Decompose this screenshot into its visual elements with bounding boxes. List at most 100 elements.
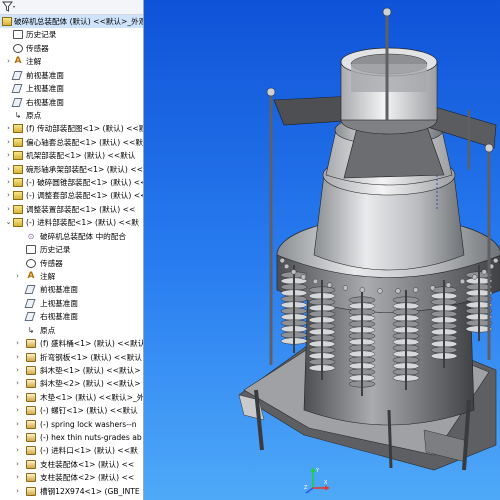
ring-bolt	[291, 269, 297, 275]
ring-bolt	[284, 263, 290, 270]
tree-item[interactable]: 右视基准面	[0, 310, 143, 323]
tree-item[interactable]: › 槽钢12X974<1> (GB_INTE	[0, 485, 143, 498]
plane-icon	[24, 312, 36, 322]
expand-toggle-icon[interactable]: ›	[14, 485, 21, 498]
tree-item[interactable]: › 机架部装配<1> (默认) <<默认	[0, 149, 143, 162]
tree-item[interactable]: › 碗形轴承架部装配<1> (默认) <<	[0, 163, 143, 176]
tree-item[interactable]: 传感器	[0, 257, 143, 270]
tree-item-label: 右视基准面	[40, 312, 78, 322]
tree-item[interactable]: 历史记录	[0, 243, 143, 256]
plane-icon	[11, 97, 23, 107]
tree-item[interactable]: › 偏心轴套总装配<1> (默认) <<默	[0, 136, 143, 149]
plane-icon	[24, 285, 36, 295]
tree-item[interactable]: 传感器	[0, 42, 143, 55]
tree-item[interactable]: ↳ 原点	[0, 109, 143, 122]
tree-item[interactable]: › A 注解	[0, 270, 143, 283]
expand-toggle-icon[interactable]: ›	[5, 203, 12, 216]
asm-icon	[13, 178, 23, 188]
expand-toggle-icon[interactable]: ›	[5, 136, 12, 149]
tree-item[interactable]: › (-) 螺钉<1> (默认) <<默认	[0, 404, 143, 417]
tree-item[interactable]: › A 注解	[0, 55, 143, 68]
tree-item[interactable]: ⌄ (-) 进料部装配<1> (默认) <<默	[0, 216, 143, 229]
tree-item[interactable]: 右视基准面	[0, 96, 143, 109]
tree-item[interactable]: › 支柱装配体<1> (默认) <<	[0, 458, 143, 471]
expand-toggle-icon[interactable]: ›	[14, 270, 21, 283]
tree-item[interactable]: 上视基准面	[0, 82, 143, 95]
tree-item-label: 机架部装配<1> (默认) <<默认	[26, 151, 136, 161]
expand-toggle-icon[interactable]: ›	[14, 391, 21, 404]
tree-item[interactable]: 历史记录	[0, 28, 143, 41]
part-icon	[26, 473, 36, 483]
cone-crusher-model[interactable]	[144, 0, 500, 500]
ring-bolt	[359, 287, 365, 293]
graphics-viewport[interactable]: Y X Z	[144, 0, 500, 500]
ring-bolt	[279, 258, 285, 264]
expand-toggle-icon[interactable]: ›	[14, 404, 21, 417]
asm-icon	[13, 191, 23, 201]
tree-item[interactable]: › (-) 破碎圆锥部装配<1> (默认) <<	[0, 176, 143, 189]
tree-item-label: (-) 破碎圆锥部装配<1> (默认) <<	[26, 178, 144, 188]
expand-toggle-icon[interactable]: ›	[5, 55, 12, 68]
expand-toggle-icon[interactable]: ›	[5, 149, 12, 162]
tree-item-label: 前视基准面	[26, 70, 64, 80]
expand-toggle-icon[interactable]: ⌄	[5, 216, 12, 229]
expand-toggle-icon[interactable]: ›	[14, 458, 21, 471]
hist-icon	[26, 245, 36, 255]
expand-toggle-icon[interactable]: ›	[14, 431, 21, 444]
part-icon	[26, 433, 36, 443]
spring-stack	[348, 290, 376, 396]
tree-item-label: 注解	[26, 57, 42, 67]
ring-bolt	[327, 282, 333, 288]
tree-item[interactable]: › 支柱装配体<2> (默认) <<	[0, 471, 143, 484]
filter-icon[interactable]	[2, 1, 16, 13]
part-icon	[26, 446, 36, 456]
tree-item[interactable]: › (f) 盛料桶<1> (默认) <<默认>	[0, 337, 143, 350]
tree-item[interactable]: › 斜木垫<1> (默认) <<默认>	[0, 364, 143, 377]
expand-toggle-icon[interactable]: ›	[14, 471, 21, 484]
tree-item[interactable]: › (-) hex thin nuts-grades ab	[0, 431, 143, 444]
tree-item-label: 斜木垫<2> (默认) <<默认>	[40, 379, 141, 389]
tree-item-label: 破碎机总装配体 中的配合	[40, 231, 126, 241]
ring-bolt	[445, 282, 452, 288]
tree-item[interactable]: 上视基准面	[0, 297, 143, 310]
ann-icon: A	[27, 270, 35, 281]
plane-icon	[11, 84, 23, 94]
expand-toggle-icon[interactable]: ›	[14, 444, 21, 457]
tree-item-label: 槽钢12X974<1> (GB_INTE	[40, 486, 140, 496]
tree-item-label: 原点	[40, 325, 56, 335]
expand-toggle-icon[interactable]: ›	[14, 351, 21, 364]
part-icon	[26, 339, 36, 349]
tree-item[interactable]: › 木垫<1> (默认) <<默认>_外	[0, 391, 143, 404]
expand-toggle-icon[interactable]: ›	[14, 418, 21, 431]
tree-item[interactable]: › (-) spring lock washers--n	[0, 418, 143, 431]
expand-toggle-icon[interactable]: ›	[14, 337, 21, 350]
tree-item-label: 注解	[40, 271, 56, 281]
tree-item-label: (-) 调整套部总装配<1> (默认) <<	[26, 191, 144, 201]
tree-item[interactable]: › (-) 调整套部总装配<1> (默认) <<	[0, 189, 143, 202]
expand-toggle-icon[interactable]: ›	[14, 364, 21, 377]
tree-item[interactable]: › (f) 传动部装配图<1> (默认) <<默	[0, 122, 143, 135]
tree-item-label: 上视基准面	[26, 84, 64, 94]
tree-item[interactable]: 前视基准面	[0, 283, 143, 296]
tree-item-label: 传感器	[26, 43, 49, 53]
triad-axes-icon: Y X Z	[304, 467, 330, 494]
tree-item[interactable]: ↳ 原点	[0, 324, 143, 337]
asm-icon	[13, 151, 23, 161]
ring-bolt	[377, 288, 383, 294]
tree-item[interactable]: 前视基准面	[0, 69, 143, 82]
asm-icon	[13, 124, 23, 134]
expand-toggle-icon[interactable]: ›	[14, 377, 21, 390]
tree-item-label: 支柱装配体<2> (默认) <<	[40, 473, 135, 483]
tree-item[interactable]: › 调整装置部装配<1> (默认) <<	[0, 203, 143, 216]
tree-item[interactable]: ⊙ 破碎机总装配体 中的配合	[0, 230, 143, 243]
tree-item-label: 木垫<1> (默认) <<默认>_外	[40, 392, 144, 402]
tree-item[interactable]: › (-) 进料口<1> (默认) <<默	[0, 444, 143, 457]
expand-toggle-icon[interactable]: ›	[5, 176, 12, 189]
tree-item[interactable]: 破碎机总装配体 (默认) <<默认>_外观	[0, 15, 143, 28]
ring-bolt	[459, 278, 466, 285]
expand-toggle-icon[interactable]: ›	[5, 163, 12, 176]
tree-item[interactable]: › 折弯钢板<1> (默认) <<默认	[0, 351, 143, 364]
tree-item[interactable]: › 斜木垫<2> (默认) <<默认>	[0, 377, 143, 390]
expand-toggle-icon[interactable]: ›	[5, 122, 12, 135]
expand-toggle-icon[interactable]: ›	[5, 189, 12, 202]
